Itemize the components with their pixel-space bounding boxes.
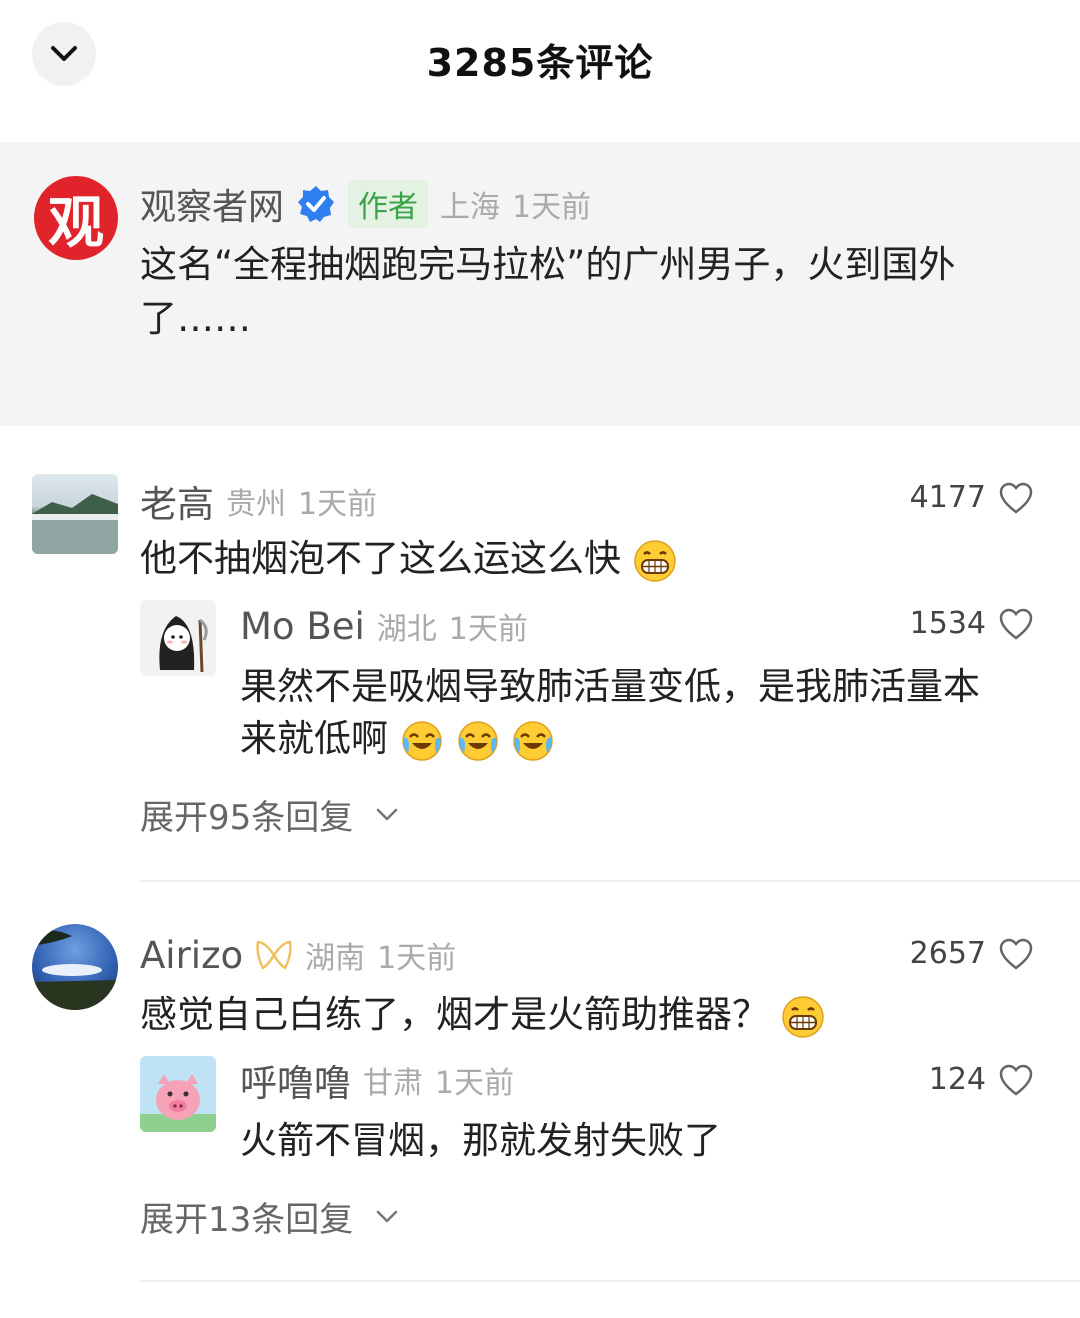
laugh-cry-emoji [402,720,442,761]
laugh-cry-emoji [513,720,554,761]
comment-divider [140,880,1080,882]
page-title: 3285条评论 [426,41,654,85]
post-text: 这名“全程抽烟跑完马拉松”的广州男子，火到国外了…… [140,243,956,340]
reply-location: 湖北 [376,612,437,647]
heart-icon [999,608,1033,640]
comment-divider [140,1280,1080,1282]
like-button[interactable]: 4177 [910,480,1034,515]
vip-badge-icon [256,940,292,970]
verified-icon [298,186,335,222]
reply-like-button[interactable]: 124 [929,1062,1034,1097]
expand-replies-button[interactable]: 展开95条回复 [140,790,399,839]
commenter-name[interactable]: 老高 [140,474,214,528]
pig-cartoon-image [140,1074,216,1132]
commenter-name[interactable]: Airizo [140,934,243,977]
logo-text: 观 [48,190,104,256]
author-name[interactable]: 观察者网 [140,178,284,230]
comment-location: 贵州 [226,487,286,522]
comment-time: 1天前 [298,487,378,522]
reply-location: 甘肃 [363,1066,423,1101]
replier-name[interactable]: Mo Bei [240,605,365,648]
comment-location: 湖南 [305,941,366,976]
post-time: 1天前 [512,190,592,225]
comment-text: 他不抽烟泡不了这么运这么快 [140,532,677,586]
like-button[interactable]: 2657 [910,936,1034,971]
reply-like-count: 1534 [909,606,986,641]
post-header: 观察者网 作者 上海 1天前 [140,180,591,228]
replier-name[interactable]: 呼噜噜 [240,1053,351,1107]
heart-icon [999,1064,1033,1096]
comment-header: Airizo 湖南 1天前 [140,932,456,978]
expand-replies-label: 展开13条回复 [140,1200,354,1240]
comment-text-content: 感觉自己白练了，烟才是火箭助推器？ [140,993,769,1036]
reply-time: 1天前 [435,1066,515,1101]
reply-text-line-1: 火箭不冒烟，那就发射失败了 [240,1119,721,1162]
expand-replies-button[interactable]: 展开13条回复 [140,1192,399,1241]
like-count: 2657 [909,936,986,971]
reply-header: Mo Bei 湖北 1天前 [240,604,528,648]
comments-header: 3285条评论 [0,0,1080,112]
landscape-image [32,494,118,554]
sky-image [32,930,118,1010]
like-count: 4177 [909,480,986,515]
author-tag: 作者 [348,180,429,228]
chevron-down-icon [377,1210,398,1222]
commenter-avatar[interactable] [32,924,118,1010]
comment-time: 1天前 [377,941,457,976]
replier-avatar[interactable] [140,1056,216,1132]
expand-replies-label: 展开95条回复 [140,798,354,838]
reply-like-button[interactable]: 1534 [910,606,1034,641]
chevron-down-icon [377,808,398,820]
original-post[interactable]: 观 观察者网 作者 上海 1天前 这名“全程抽烟跑完马拉松”的广州男子，火到国外… [0,142,1080,426]
grin-emoji [782,995,824,1038]
laugh-cry-emoji [457,720,498,761]
heart-icon [999,938,1033,970]
commenter-avatar[interactable] [32,474,118,554]
reply-header: 呼噜噜 甘肃 1天前 [240,1058,515,1105]
comment-header: 老高 贵州 1天前 [140,478,378,526]
reaper-cartoon-image [159,616,208,673]
comment-text-content: 他不抽烟泡不了这么运这么快 [140,537,621,580]
reply-text-line-1: 果然不是吸烟导致肺活量变低，是我肺活量本 [240,665,980,708]
grin-emoji [634,539,676,582]
reply-time: 1天前 [448,612,528,647]
author-avatar[interactable]: 观 [34,176,118,260]
reply-like-count: 124 [928,1062,986,1097]
replier-avatar[interactable] [140,600,216,676]
heart-icon [999,482,1033,514]
reply-text-line-2: 来就低啊 [240,712,555,766]
post-location: 上海 [440,190,501,225]
reply-text-content: 来就低啊 [240,717,388,760]
comment-text: 感觉自己白练了，烟才是火箭助推器？ [140,988,825,1042]
